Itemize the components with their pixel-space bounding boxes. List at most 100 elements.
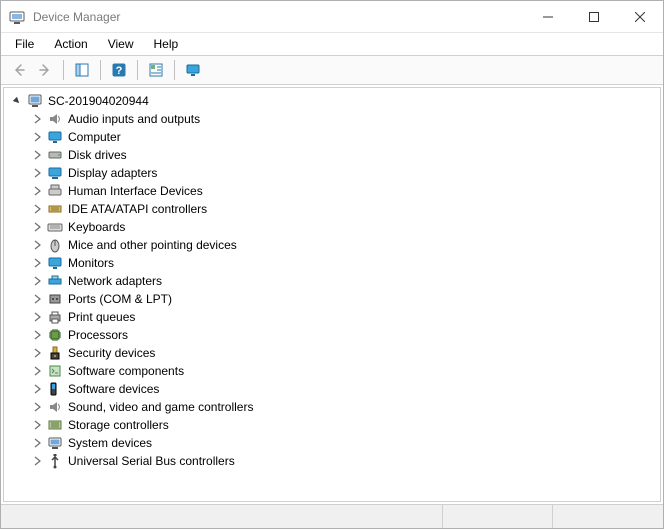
tree-category[interactable]: Security devices bbox=[24, 344, 660, 362]
system-icon bbox=[47, 435, 63, 451]
menu-file[interactable]: File bbox=[5, 35, 44, 53]
tree-category[interactable]: Computer bbox=[24, 128, 660, 146]
tree-category[interactable]: Human Interface Devices bbox=[24, 182, 660, 200]
expand-icon[interactable] bbox=[30, 292, 44, 306]
tree-category-label: Audio inputs and outputs bbox=[66, 112, 202, 126]
expand-icon[interactable] bbox=[30, 436, 44, 450]
tree-category[interactable]: Sound, video and game controllers bbox=[24, 398, 660, 416]
tree-category-label: Storage controllers bbox=[66, 418, 171, 432]
tree-category[interactable]: Ports (COM & LPT) bbox=[24, 290, 660, 308]
tree-category[interactable]: Monitors bbox=[24, 254, 660, 272]
scan-hardware-button[interactable] bbox=[144, 58, 168, 82]
security-icon bbox=[47, 345, 63, 361]
keyboard-icon bbox=[47, 219, 63, 235]
monitor-icon bbox=[47, 255, 63, 271]
menu-help[interactable]: Help bbox=[144, 35, 189, 53]
menu-bar: File Action View Help bbox=[1, 33, 663, 55]
expand-icon[interactable] bbox=[30, 130, 44, 144]
expand-icon[interactable] bbox=[30, 454, 44, 468]
back-button[interactable] bbox=[7, 58, 31, 82]
show-hide-console-tree-button[interactable] bbox=[70, 58, 94, 82]
network-icon bbox=[47, 273, 63, 289]
svg-text:?: ? bbox=[116, 65, 123, 77]
port-icon bbox=[47, 291, 63, 307]
tree-category[interactable]: Universal Serial Bus controllers bbox=[24, 452, 660, 470]
tree-category-label: Software devices bbox=[66, 382, 161, 396]
tree-root[interactable]: SC-201904020944 bbox=[4, 92, 660, 110]
tree-category[interactable]: Processors bbox=[24, 326, 660, 344]
tree-category[interactable]: Disk drives bbox=[24, 146, 660, 164]
menu-view[interactable]: View bbox=[98, 35, 144, 53]
tree-category-label: Keyboards bbox=[66, 220, 127, 234]
tree-category[interactable]: Software devices bbox=[24, 380, 660, 398]
monitor-button[interactable] bbox=[181, 58, 205, 82]
close-button[interactable] bbox=[617, 1, 663, 32]
expand-icon[interactable] bbox=[30, 418, 44, 432]
ide-icon bbox=[47, 201, 63, 217]
expand-icon[interactable] bbox=[30, 310, 44, 324]
sound-icon bbox=[47, 399, 63, 415]
tree-category[interactable]: Audio inputs and outputs bbox=[24, 110, 660, 128]
maximize-button[interactable] bbox=[571, 1, 617, 32]
tree-category[interactable]: Keyboards bbox=[24, 218, 660, 236]
tree-category-label: Monitors bbox=[66, 256, 116, 270]
tree-category[interactable]: System devices bbox=[24, 434, 660, 452]
tree-category[interactable]: IDE ATA/ATAPI controllers bbox=[24, 200, 660, 218]
arrow-left-icon bbox=[11, 62, 27, 78]
forward-button[interactable] bbox=[33, 58, 57, 82]
tree-category[interactable]: Print queues bbox=[24, 308, 660, 326]
cpu-icon bbox=[47, 327, 63, 343]
window-controls bbox=[525, 1, 663, 32]
help-button[interactable]: ? bbox=[107, 58, 131, 82]
expand-icon[interactable] bbox=[30, 166, 44, 180]
tree-category-label: Disk drives bbox=[66, 148, 129, 162]
toolbar-separator bbox=[100, 60, 101, 80]
expand-icon[interactable] bbox=[30, 346, 44, 360]
tree-category[interactable]: Network adapters bbox=[24, 272, 660, 290]
expand-icon[interactable] bbox=[30, 220, 44, 234]
tree-category-label: Human Interface Devices bbox=[66, 184, 205, 198]
expand-icon[interactable] bbox=[30, 274, 44, 288]
tree-category[interactable]: Mice and other pointing devices bbox=[24, 236, 660, 254]
expand-icon[interactable] bbox=[30, 148, 44, 162]
tree-category-label: System devices bbox=[66, 436, 154, 450]
tree-category-label: Mice and other pointing devices bbox=[66, 238, 239, 252]
printer-icon bbox=[47, 309, 63, 325]
expand-icon[interactable] bbox=[30, 382, 44, 396]
display-icon bbox=[47, 165, 63, 181]
status-bar bbox=[1, 504, 663, 528]
tree-root-label: SC-201904020944 bbox=[46, 94, 151, 108]
toolbar: ? bbox=[1, 55, 663, 85]
arrow-right-icon bbox=[37, 62, 53, 78]
expand-icon[interactable] bbox=[30, 184, 44, 198]
minimize-button[interactable] bbox=[525, 1, 571, 32]
toolbar-separator bbox=[63, 60, 64, 80]
usb-icon bbox=[47, 453, 63, 469]
tree-category-label: Ports (COM & LPT) bbox=[66, 292, 174, 306]
scan-icon bbox=[148, 62, 164, 78]
device-tree[interactable]: SC-201904020944 Audio inputs and outputs… bbox=[3, 87, 661, 502]
tree-category-label: Processors bbox=[66, 328, 130, 342]
expand-icon[interactable] bbox=[30, 364, 44, 378]
expand-icon[interactable] bbox=[30, 202, 44, 216]
menu-action[interactable]: Action bbox=[44, 35, 97, 53]
swdev-icon bbox=[47, 381, 63, 397]
expand-icon[interactable] bbox=[30, 400, 44, 414]
storage-icon bbox=[47, 417, 63, 433]
expand-icon[interactable] bbox=[30, 112, 44, 126]
swcomp-icon bbox=[47, 363, 63, 379]
tree-category-label: Display adapters bbox=[66, 166, 159, 180]
expand-icon[interactable] bbox=[30, 256, 44, 270]
tree-category-label: Network adapters bbox=[66, 274, 164, 288]
tree-category[interactable]: Display adapters bbox=[24, 164, 660, 182]
status-cell bbox=[1, 505, 443, 528]
monitor-small-icon bbox=[185, 62, 201, 78]
tree-category-label: IDE ATA/ATAPI controllers bbox=[66, 202, 209, 216]
disk-icon bbox=[47, 147, 63, 163]
device-manager-app-icon bbox=[9, 9, 25, 25]
tree-category[interactable]: Software components bbox=[24, 362, 660, 380]
collapse-icon[interactable] bbox=[10, 94, 24, 108]
expand-icon[interactable] bbox=[30, 238, 44, 252]
expand-icon[interactable] bbox=[30, 328, 44, 342]
tree-category[interactable]: Storage controllers bbox=[24, 416, 660, 434]
